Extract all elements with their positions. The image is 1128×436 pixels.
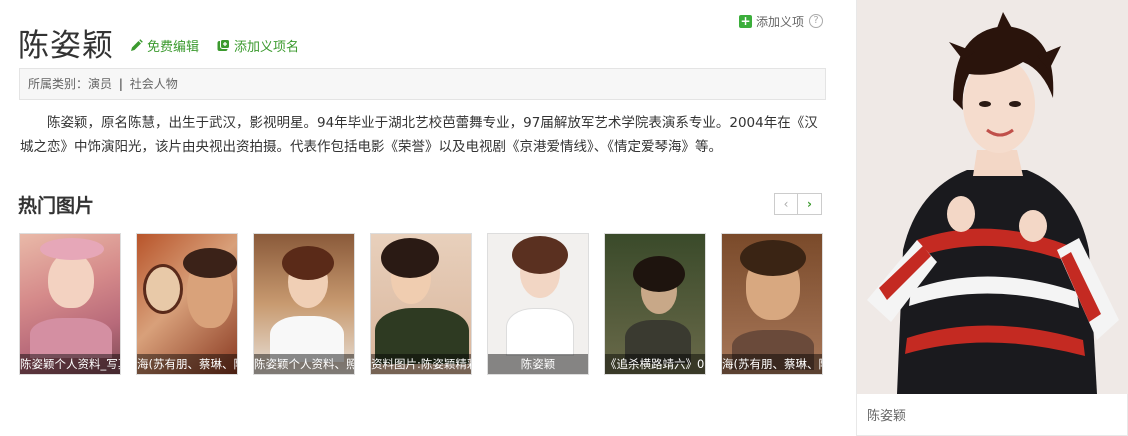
summary-photo[interactable] [857, 0, 1128, 394]
category-link-social-figure[interactable]: 社会人物 [130, 77, 178, 91]
thumbnail-image [722, 234, 822, 374]
summary-paragraph: 陈姿颖，原名陈慧，出生于武汉，影视明星。94年毕业于湖北艺校芭蕾舞专业，97届解… [20, 115, 818, 155]
summary-photo-caption: 陈姿颖 [867, 409, 907, 424]
add-sense-label: 添加义项 [756, 14, 805, 29]
picture-caption: 资料图片:陈姿颖精彩 [371, 354, 471, 374]
category-link-actor[interactable]: 演员 [88, 77, 112, 91]
thumbnail-image [488, 234, 588, 374]
thumbnail-image [137, 234, 237, 374]
summary-picture-panel: 陈姿颖 [856, 0, 1128, 436]
prev-button[interactable]: ‹ [774, 193, 798, 215]
page-title: 陈姿颖 [18, 27, 114, 64]
main-content: + 添加义项 ? 陈姿颖 免费编辑 添加义项名 所属类别：演员 | 社会人物 陈… [0, 0, 840, 436]
pencil-icon [131, 38, 143, 51]
picture-thumb[interactable]: 陈姿颖 [487, 233, 589, 375]
gallery-pager: ‹ › [774, 193, 822, 215]
hot-pictures-list: 陈姿颖个人资料_写真 海(苏有朋、蔡琳、陈姿 陈姿颖个人资料、照片 [19, 233, 838, 375]
title-row: 陈姿颖 免费编辑 添加义项名 [18, 22, 299, 64]
picture-thumb[interactable]: 《追杀横路靖六》0 [604, 233, 706, 375]
category-bar: 所属类别：演员 | 社会人物 [19, 68, 826, 100]
picture-caption: 陈姿颖个人资料、照片 [254, 354, 354, 374]
picture-thumb[interactable]: 海(苏有朋、蔡琳、陈姿 [721, 233, 823, 375]
picture-caption: 陈姿颖个人资料_写真 [20, 354, 120, 374]
picture-thumb[interactable]: 资料图片:陈姿颖精彩 [370, 233, 472, 375]
picture-caption: 《追杀横路靖六》0 [605, 354, 705, 374]
add-meaning-button[interactable]: 添加义项名 [217, 36, 299, 55]
picture-thumb[interactable]: 陈姿颖个人资料_写真 [19, 233, 121, 375]
picture-caption: 陈姿颖 [488, 354, 588, 374]
category-label: 所属类别： [28, 77, 89, 91]
add-sense-link[interactable]: + 添加义项 ? [739, 12, 824, 30]
category-separator: | [118, 77, 123, 91]
thumbnail-image [254, 234, 354, 374]
picture-caption: 海(苏有朋、蔡琳、陈姿 [137, 354, 237, 374]
thumbnail-image [20, 234, 120, 374]
thumbnail-image [371, 234, 471, 374]
picture-thumb[interactable]: 海(苏有朋、蔡琳、陈姿 [136, 233, 238, 375]
free-edit-label: 免费编辑 [147, 39, 200, 55]
free-edit-button[interactable]: 免费编辑 [130, 36, 199, 55]
next-button[interactable]: › [798, 193, 822, 215]
hot-pictures-title: 热门图片 [18, 195, 95, 217]
plus-icon: + [739, 13, 752, 28]
help-icon[interactable]: ? [809, 14, 824, 28]
thumbnail-image [605, 234, 705, 374]
picture-thumb[interactable]: 陈姿颖个人资料、照片 [253, 233, 355, 375]
portrait-image [857, 0, 1128, 394]
picture-caption: 海(苏有朋、蔡琳、陈姿 [722, 354, 822, 374]
add-meaning-label: 添加义项名 [234, 39, 300, 55]
add-meaning-icon [217, 38, 231, 51]
